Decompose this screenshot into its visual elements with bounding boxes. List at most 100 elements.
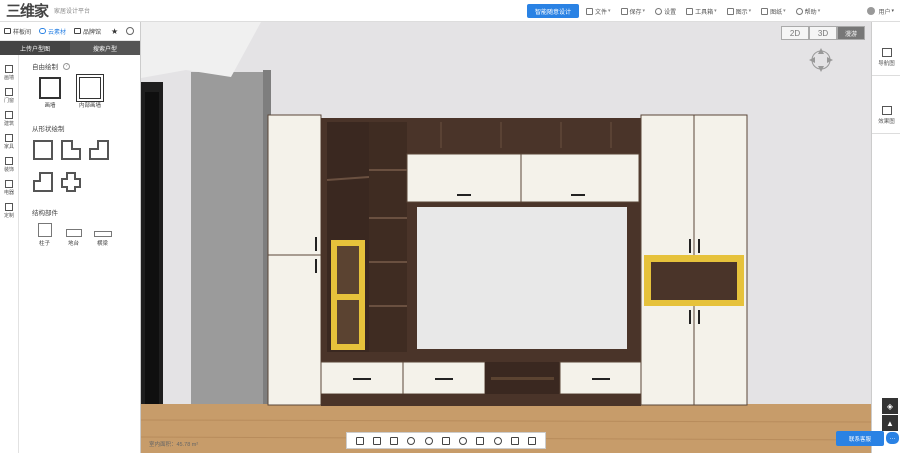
- appliance-icon: [5, 179, 13, 188]
- cross-room-shape[interactable]: [60, 171, 82, 193]
- wall-pillar: [191, 72, 269, 417]
- save-icon: [620, 7, 628, 15]
- menu-help[interactable]: 帮助 ▾: [795, 7, 821, 16]
- tool-platform[interactable]: 地台: [61, 223, 86, 247]
- upload-icon[interactable]: ▲: [882, 415, 898, 431]
- rail-decoration[interactable]: 装饰: [0, 153, 18, 176]
- tab-cloud-material[interactable]: 云素材: [39, 27, 66, 36]
- draw-wall-icon: [5, 64, 13, 73]
- user-menu[interactable]: 用户 ▾: [867, 0, 894, 22]
- right-panel: 导航图 效果图 ◈ ▲: [871, 22, 900, 453]
- undo-icon[interactable]: [372, 436, 381, 445]
- fullscreen-icon[interactable]: [390, 436, 399, 445]
- help-icon[interactable]: ?: [63, 62, 70, 70]
- l-room-shape[interactable]: [60, 139, 82, 161]
- rail-furniture[interactable]: 家具: [0, 130, 18, 153]
- chevron-down-icon: ▾: [608, 8, 611, 14]
- search-icon[interactable]: [126, 27, 135, 35]
- avatar: [867, 7, 876, 15]
- category-rail: 画墙 门窗 建筑 家具 装饰 电器 定制: [0, 55, 19, 453]
- star-icon[interactable]: [511, 436, 520, 445]
- tool-column[interactable]: 柱子: [32, 223, 57, 247]
- smart-design-button[interactable]: 智能随意设计: [527, 4, 579, 18]
- cloud-icon: [39, 28, 47, 34]
- section-shapes: 从形状绘制: [32, 126, 65, 133]
- drawing-icon: [761, 7, 769, 15]
- wall-shape-icon: [39, 77, 61, 99]
- upload-floorplan-button[interactable]: 上传户型图: [0, 41, 70, 55]
- menu-save[interactable]: 保存 ▾: [620, 7, 646, 16]
- tool-beam[interactable]: 横梁: [90, 223, 115, 247]
- view-2d-button[interactable]: 2D: [781, 26, 809, 40]
- chevron-down-icon: ▾: [748, 8, 752, 14]
- visibility-icon[interactable]: [407, 436, 416, 445]
- bottom-toolbar: [346, 432, 546, 449]
- rail-building[interactable]: 建筑: [0, 107, 18, 130]
- floorplan-subtabs: 上传户型图 搜索户型: [0, 41, 140, 55]
- search-floorplan-button[interactable]: 搜索户型: [70, 41, 140, 55]
- eraser-icon[interactable]: [476, 436, 485, 445]
- custom-icon: [5, 202, 13, 211]
- tools-icon[interactable]: [528, 436, 537, 445]
- column-icon: [37, 223, 52, 237]
- section-structure: 结构部件: [32, 210, 58, 217]
- nav-map-button[interactable]: 导航图: [872, 40, 900, 76]
- corner-room-shape[interactable]: [88, 139, 110, 161]
- camera-icon: [881, 106, 892, 115]
- top-menu: 文件 ▾ 保存 ▾ 设置 工具箱 ▾ 图示 ▾ 图纸 ▾ 帮助 ▾: [586, 0, 830, 22]
- door-window-icon: [5, 87, 13, 96]
- tv-cabinet: [267, 114, 748, 406]
- rail-custom[interactable]: 定制: [0, 199, 18, 222]
- 3d-viewport[interactable]: 2D 3D 漫游 室内面积：45.78 m²: [141, 22, 871, 453]
- inner-wall-shape-icon: [76, 74, 104, 102]
- platform-icon: [65, 229, 82, 237]
- template-icon: [4, 28, 11, 34]
- tab-template[interactable]: 样板间: [4, 27, 31, 36]
- shape-grid: [32, 139, 140, 193]
- room-scene: [141, 22, 871, 453]
- toolbox-icon: [686, 7, 694, 15]
- hide-icon[interactable]: [424, 436, 433, 445]
- home-icon: [881, 48, 892, 57]
- square-room-shape[interactable]: [32, 139, 54, 161]
- left-panel: 样板间 云素材 品牌馆 ★ 上传户型图 搜索户型 画墙 门窗 建筑 家具 装饰 …: [0, 22, 141, 453]
- menu-toolbox[interactable]: 工具箱 ▾: [686, 7, 717, 16]
- cube-icon[interactable]: ◈: [882, 398, 898, 414]
- rail-appliance[interactable]: 电器: [0, 176, 18, 199]
- brand-icon: [74, 28, 82, 34]
- checker-icon[interactable]: [355, 436, 364, 445]
- menu-file[interactable]: 文件 ▾: [586, 7, 611, 16]
- view-roam-button[interactable]: 漫游: [837, 26, 865, 40]
- scissors-icon[interactable]: [441, 436, 450, 445]
- info-icon[interactable]: [493, 436, 502, 445]
- t-room-shape[interactable]: [32, 171, 54, 193]
- left-tall-cabinet: [267, 114, 322, 406]
- chevron-down-icon: ▾: [714, 8, 717, 14]
- menu-display[interactable]: 图示 ▾: [726, 7, 752, 16]
- display-icon: [726, 7, 734, 15]
- render-button[interactable]: 效果图: [872, 98, 900, 134]
- rail-draw-wall[interactable]: 画墙: [0, 61, 18, 84]
- tab-brand[interactable]: 品牌馆: [74, 27, 101, 36]
- logo[interactable]: 三维家 家居设计平台: [6, 0, 90, 21]
- customer-service-button[interactable]: 联系客服: [836, 431, 884, 446]
- menu-settings[interactable]: 设置: [655, 7, 676, 16]
- tv-opening: [417, 207, 627, 349]
- menu-drawing[interactable]: 图纸 ▾: [761, 7, 786, 16]
- top-bar: 三维家 家居设计平台 智能随意设计 文件 ▾ 保存 ▾ 设置 工具箱 ▾ 图示 ▾ 图纸…: [0, 0, 900, 22]
- view-toggle: 2D 3D 漫游: [781, 26, 865, 40]
- furniture-icon: [5, 133, 13, 142]
- left-panel-body: 画墙 门窗 建筑 家具 装饰 电器 定制 自由绘制? 画墙 内部画墙 从形状绘制…: [0, 55, 140, 453]
- decoration-icon: [5, 156, 13, 165]
- tool-inner-wall[interactable]: 内部画墙: [72, 74, 108, 109]
- chat-icon[interactable]: …: [886, 432, 899, 444]
- structure-tools: 柱子 地台 横梁: [32, 223, 140, 247]
- rail-door-window[interactable]: 门窗: [0, 84, 18, 107]
- chevron-down-icon: ▾: [642, 8, 646, 14]
- doorway-inner: [145, 92, 159, 412]
- tool-draw-wall[interactable]: 画墙: [32, 77, 68, 109]
- chevron-down-icon: ▾: [817, 8, 821, 14]
- refresh-icon[interactable]: [459, 436, 468, 445]
- star-icon[interactable]: ★: [111, 27, 118, 36]
- view-3d-button[interactable]: 3D: [809, 26, 837, 40]
